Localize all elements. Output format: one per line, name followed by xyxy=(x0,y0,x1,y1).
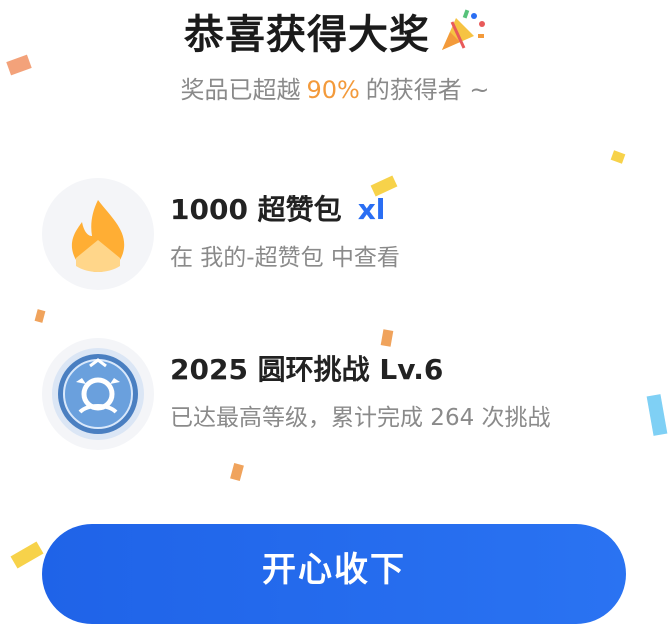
reward-description: 在 我的-超赞包 中查看 xyxy=(170,245,400,271)
reward-tag: xl xyxy=(357,193,386,226)
reward-item: 1000 超赞包 xl 在 我的-超赞包 中查看 xyxy=(42,178,642,290)
reward-item: 2025 圆环挑战 Lv.6 已达最高等级，累计完成 264 次挑战 xyxy=(42,338,642,450)
reward-description: 已达最高等级，累计完成 264 次挑战 xyxy=(170,405,551,431)
accept-button[interactable]: 开心收下 xyxy=(42,524,626,624)
dialog-title: 恭喜获得大奖 xyxy=(184,12,430,58)
reward-badge xyxy=(42,178,154,290)
reward-badge xyxy=(42,338,154,450)
dialog-subtitle: 奖品已超越 90% 的获得者 ~ xyxy=(0,70,670,105)
subtitle-prefix: 奖品已超越 xyxy=(180,76,301,104)
subtitle-percent: 90% xyxy=(306,76,360,104)
subtitle-suffix: 的获得者 ~ xyxy=(365,76,490,104)
reward-name-text: 1000 超赞包 xyxy=(170,193,342,226)
flame-icon xyxy=(71,200,125,272)
reward-name: 1000 超赞包 xl xyxy=(170,188,385,228)
party-popper-icon xyxy=(438,8,486,62)
reward-name: 2025 圆环挑战 Lv.6 xyxy=(170,353,444,386)
dialog-title-row: 恭喜获得大奖 xyxy=(0,2,670,62)
reward-dialog: 恭喜获得大奖 奖品已超越 90% 的获得者 ~ 1000 超赞包 xl 在 我的… xyxy=(0,0,670,624)
ring-medal-icon xyxy=(52,348,144,440)
